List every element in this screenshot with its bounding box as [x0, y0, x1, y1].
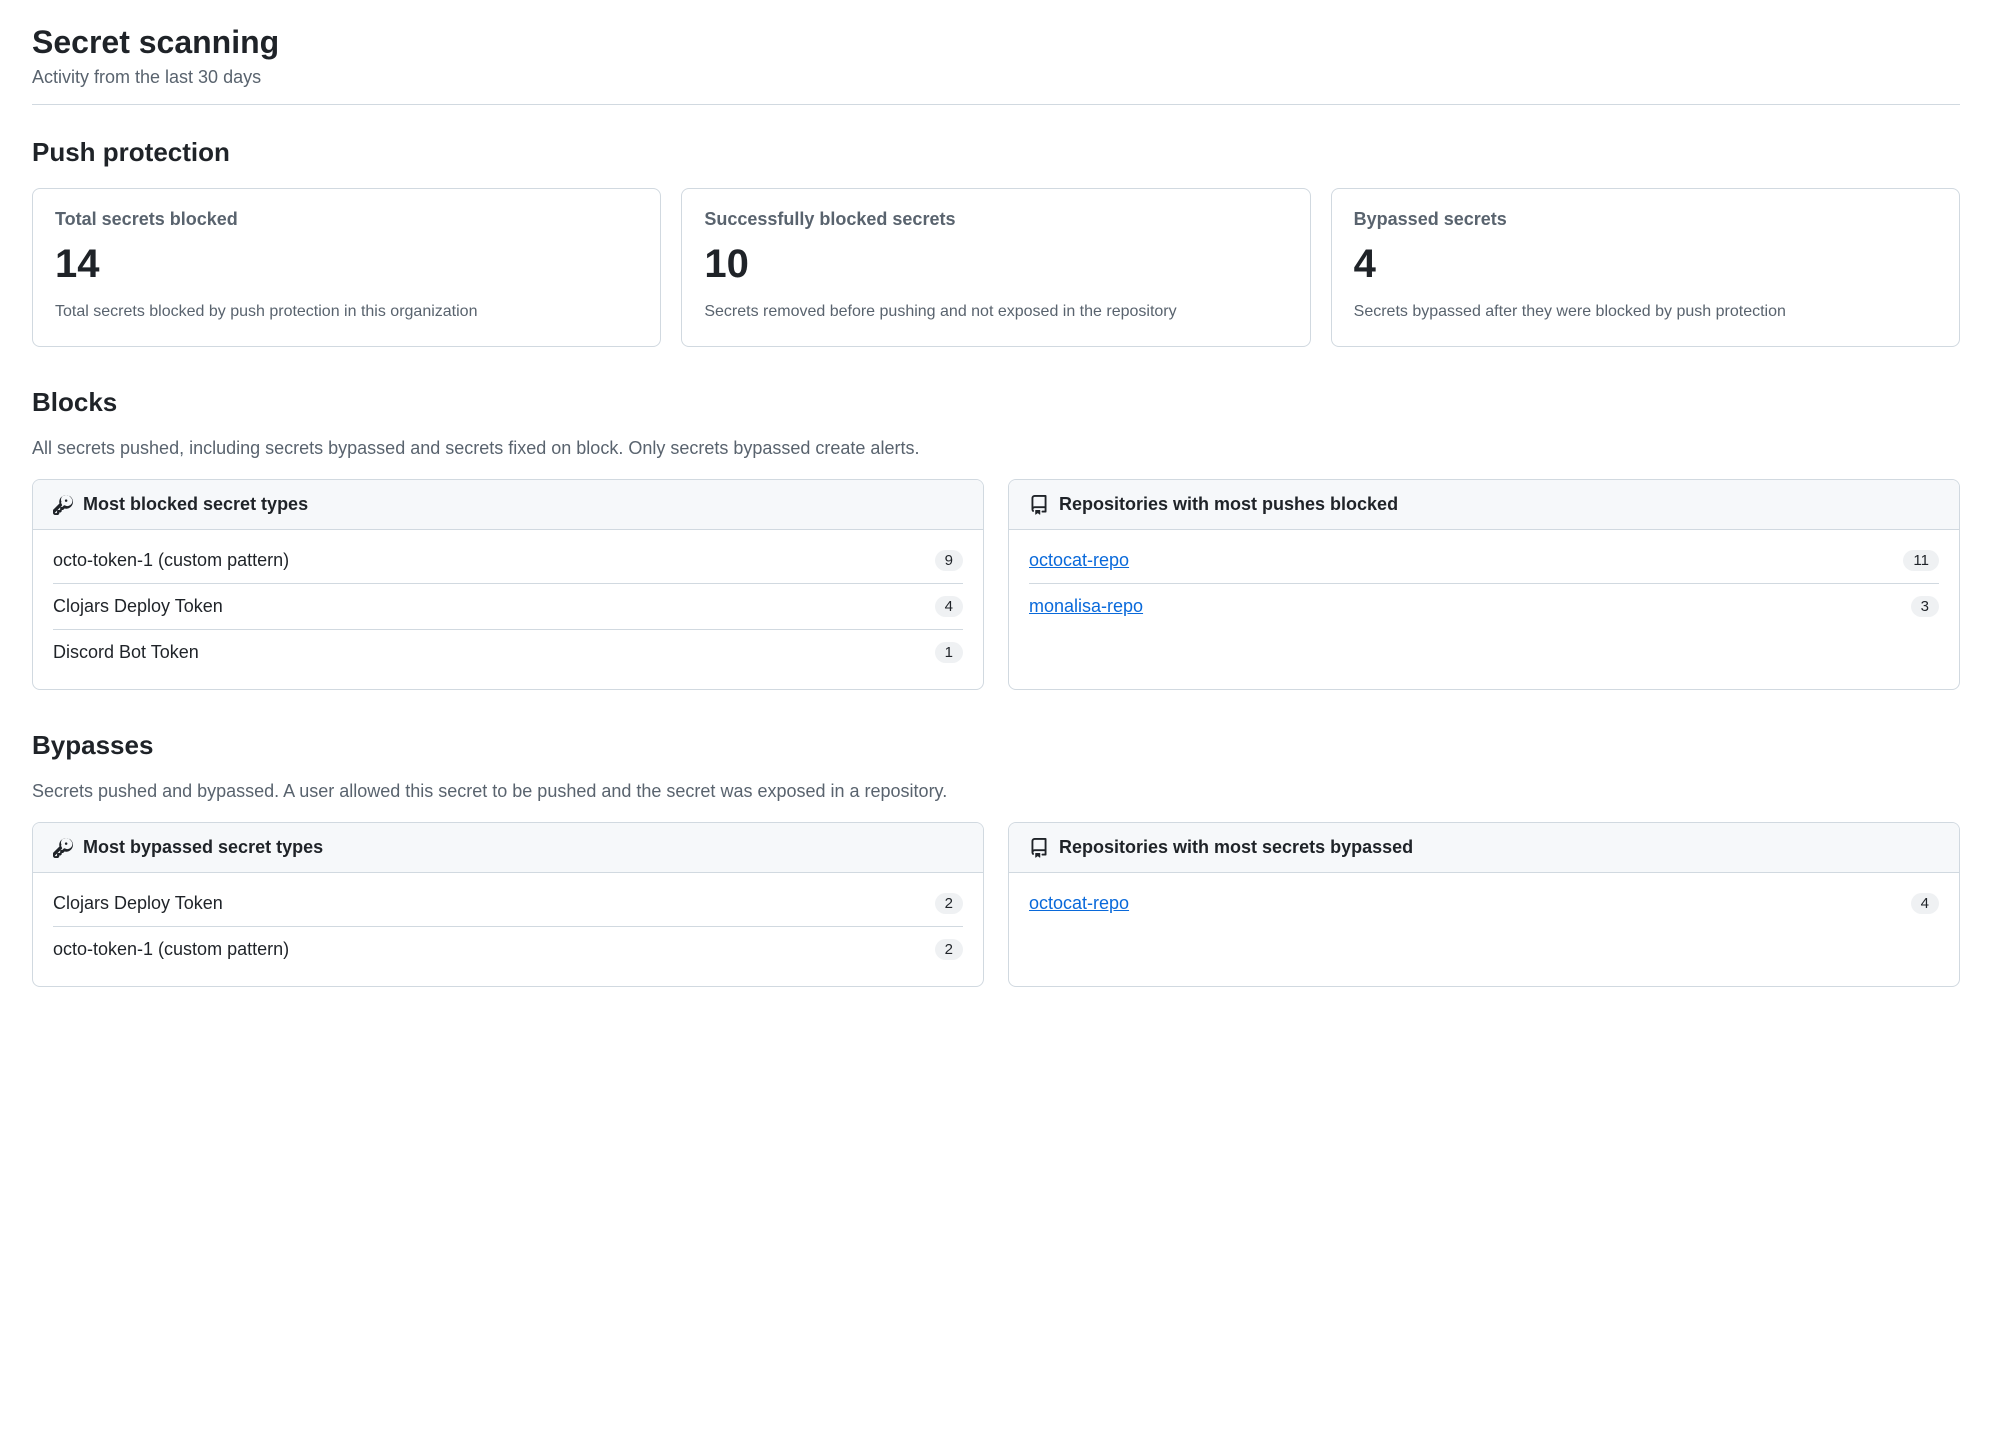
section-blocks-title: Blocks: [32, 387, 1960, 418]
blocks-panels: Most blocked secret types octo-token-1 (…: [32, 479, 1960, 690]
panel-body: Clojars Deploy Token 2 octo-token-1 (cus…: [33, 873, 983, 986]
section-bypasses-title: Bypasses: [32, 730, 1960, 761]
panel-header: Repositories with most pushes blocked: [1009, 480, 1959, 530]
list-item: octo-token-1 (custom pattern) 9: [53, 538, 963, 584]
repo-icon: [1029, 495, 1049, 515]
panel-title: Repositories with most pushes blocked: [1059, 494, 1398, 515]
stat-label: Bypassed secrets: [1354, 209, 1937, 230]
repo-link-octocat[interactable]: octocat-repo: [1029, 893, 1129, 914]
count-badge: 11: [1903, 550, 1939, 571]
repo-icon: [1029, 838, 1049, 858]
panel-most-bypassed-types: Most bypassed secret types Clojars Deplo…: [32, 822, 984, 987]
list-label: octo-token-1 (custom pattern): [53, 939, 289, 960]
count-badge: 1: [935, 642, 963, 663]
stats-row: Total secrets blocked 14 Total secrets b…: [32, 188, 1960, 347]
list-label: Clojars Deploy Token: [53, 596, 223, 617]
stat-label: Successfully blocked secrets: [704, 209, 1287, 230]
stat-card-successfully-blocked: Successfully blocked secrets 10 Secrets …: [681, 188, 1310, 347]
list-item: octocat-repo 4: [1029, 881, 1939, 926]
panel-header: Most bypassed secret types: [33, 823, 983, 873]
section-blocks-desc: All secrets pushed, including secrets by…: [32, 438, 1960, 459]
count-badge: 3: [1911, 596, 1939, 617]
key-icon: [53, 838, 73, 858]
panel-most-blocked-types: Most blocked secret types octo-token-1 (…: [32, 479, 984, 690]
count-badge: 4: [935, 596, 963, 617]
repo-link-monalisa[interactable]: monalisa-repo: [1029, 596, 1143, 617]
stat-desc: Secrets removed before pushing and not e…: [704, 300, 1287, 324]
repo-link-octocat[interactable]: octocat-repo: [1029, 550, 1129, 571]
page-header: Secret scanning Activity from the last 3…: [32, 24, 1960, 105]
stat-value: 4: [1354, 242, 1937, 286]
section-push-protection-title: Push protection: [32, 137, 1960, 168]
stat-desc: Secrets bypassed after they were blocked…: [1354, 300, 1937, 324]
list-item: octo-token-1 (custom pattern) 2: [53, 927, 963, 972]
count-badge: 9: [935, 550, 963, 571]
stat-value: 14: [55, 242, 638, 286]
list-item: Discord Bot Token 1: [53, 630, 963, 675]
stat-card-total-blocked: Total secrets blocked 14 Total secrets b…: [32, 188, 661, 347]
list-label: Clojars Deploy Token: [53, 893, 223, 914]
bypasses-panels: Most bypassed secret types Clojars Deplo…: [32, 822, 1960, 987]
list-item: octocat-repo 11: [1029, 538, 1939, 584]
panel-repos-most-bypassed: Repositories with most secrets bypassed …: [1008, 822, 1960, 987]
panel-title: Repositories with most secrets bypassed: [1059, 837, 1413, 858]
page-title: Secret scanning: [32, 24, 1960, 61]
count-badge: 2: [935, 939, 963, 960]
stat-card-bypassed: Bypassed secrets 4 Secrets bypassed afte…: [1331, 188, 1960, 347]
panel-body: octocat-repo 11 monalisa-repo 3: [1009, 530, 1959, 643]
panel-body: octocat-repo 4: [1009, 873, 1959, 940]
panel-repos-most-blocked: Repositories with most pushes blocked oc…: [1008, 479, 1960, 690]
list-label: octo-token-1 (custom pattern): [53, 550, 289, 571]
stat-desc: Total secrets blocked by push protection…: [55, 300, 638, 324]
count-badge: 2: [935, 893, 963, 914]
section-bypasses-desc: Secrets pushed and bypassed. A user allo…: [32, 781, 1960, 802]
panel-title: Most bypassed secret types: [83, 837, 323, 858]
page-subtitle: Activity from the last 30 days: [32, 67, 1960, 88]
stat-value: 10: [704, 242, 1287, 286]
list-item: Clojars Deploy Token 4: [53, 584, 963, 630]
list-label: Discord Bot Token: [53, 642, 199, 663]
panel-title: Most blocked secret types: [83, 494, 308, 515]
panel-body: octo-token-1 (custom pattern) 9 Clojars …: [33, 530, 983, 689]
list-item: Clojars Deploy Token 2: [53, 881, 963, 927]
panel-header: Repositories with most secrets bypassed: [1009, 823, 1959, 873]
panel-header: Most blocked secret types: [33, 480, 983, 530]
list-item: monalisa-repo 3: [1029, 584, 1939, 629]
count-badge: 4: [1911, 893, 1939, 914]
key-icon: [53, 495, 73, 515]
stat-label: Total secrets blocked: [55, 209, 638, 230]
